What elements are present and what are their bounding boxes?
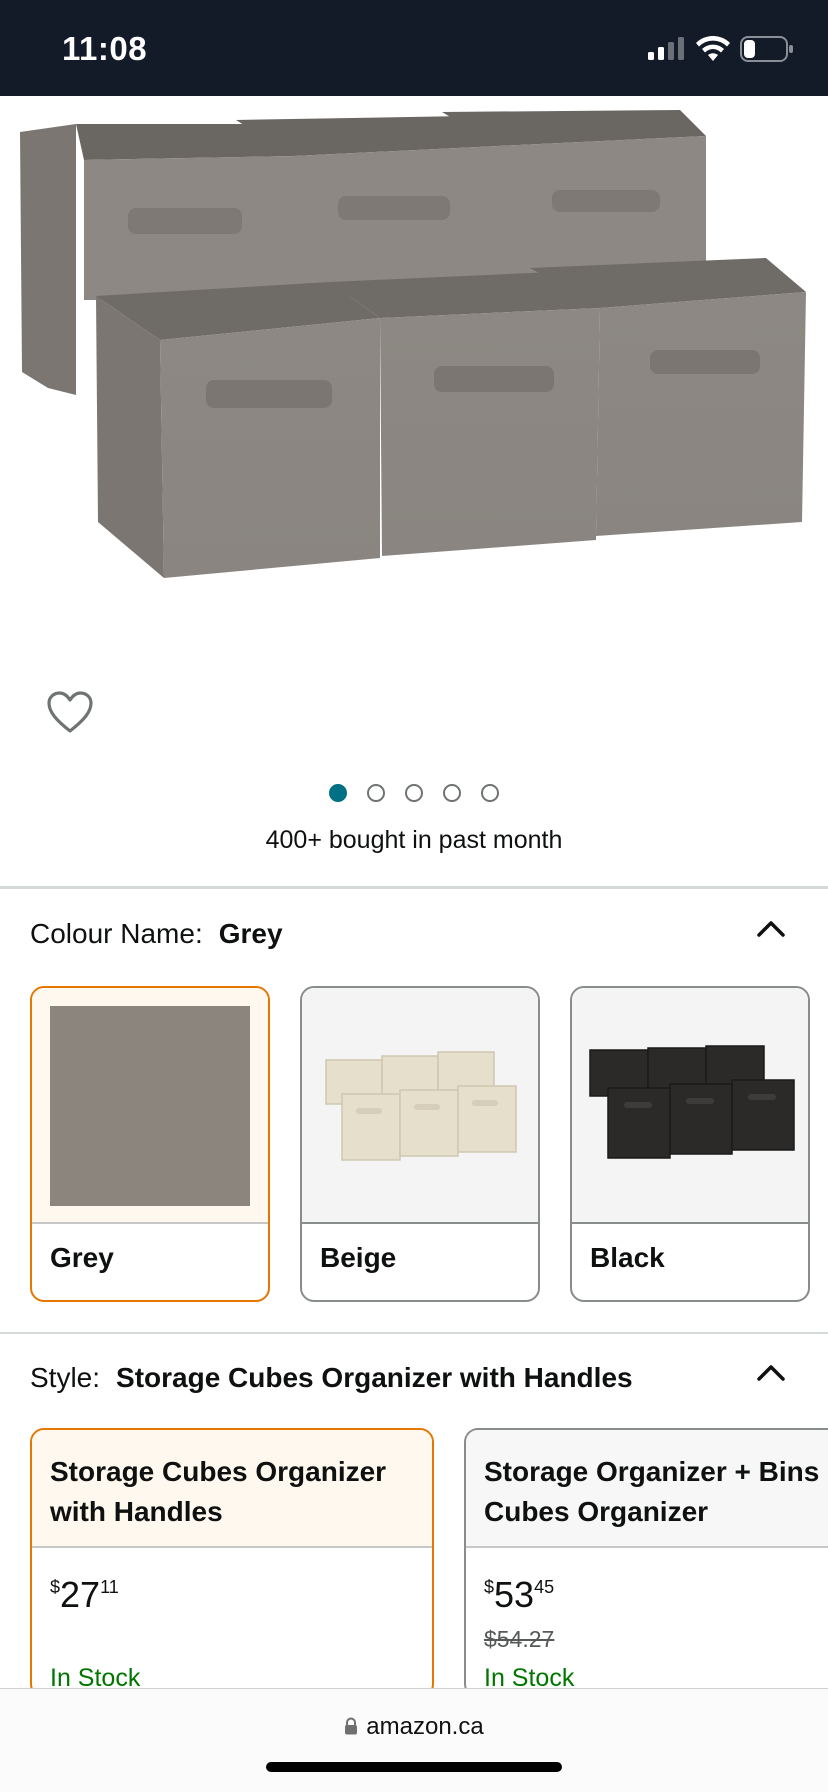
colour-grey-image [32,988,268,1224]
section-divider [0,886,828,889]
colour-option-beige[interactable]: Beige [300,986,540,1302]
battery-icon [740,36,793,62]
style-option-header: Storage Organizer + Bins Cubes Organizer [466,1430,828,1548]
url-text: amazon.ca [366,1713,484,1740]
colour-beige-image [302,988,538,1224]
image-carousel-dots [0,784,828,802]
style-option-storage-cubes-organizer[interactable]: Storage Cubes Organizer with Handles $27… [30,1428,434,1698]
style-option-title: Storage Organizer + Bins Cubes Organizer [484,1456,820,1527]
carousel-dot-2[interactable] [367,784,385,802]
colour-option-label: Grey [50,1242,114,1273]
style-label: Style: [30,1362,101,1393]
colour-name-selected: Grey [218,918,283,949]
colour-option-black[interactable]: Black [570,986,810,1302]
chevron-up-icon[interactable] [756,1362,786,1382]
carousel-dot-5[interactable] [481,784,499,802]
section-divider [0,1332,828,1334]
colour-option-grey[interactable]: Grey [30,986,270,1302]
url-display: amazon.ca [0,1713,828,1741]
style-option-price: $5345 [484,1574,555,1615]
home-indicator[interactable] [266,1762,562,1772]
style-option-header: Storage Cubes Organizer with Handles [32,1430,432,1548]
bought-in-past-month: 400+ bought in past month [265,826,563,854]
wifi-icon [696,36,730,61]
colour-name-header: Colour Name: Grey [30,918,283,950]
style-option-was-price: $54.27 [484,1626,555,1652]
cellular-signal-icon [648,37,684,60]
carousel-dot-3[interactable] [405,784,423,802]
colour-black-image [572,988,808,1224]
status-icons [648,36,794,62]
chevron-up-icon[interactable] [756,918,786,938]
colour-name-label: Colour Name: [30,918,203,949]
product-image[interactable] [0,96,828,656]
status-time: 11:08 [62,30,148,67]
style-option-price: $2711 [50,1574,119,1615]
carousel-dot-4[interactable] [443,784,461,802]
style-selected: Storage Cubes Organizer with Handles [116,1362,633,1393]
lock-icon [345,1717,358,1735]
status-bar: 11:08 [0,0,828,96]
style-header: Style: Storage Cubes Organizer with Handl… [30,1362,633,1394]
wishlist-heart-icon[interactable] [46,690,94,734]
style-option-title: Storage Cubes Organizer with Handles [50,1456,387,1527]
carousel-dot-1[interactable] [329,784,347,802]
style-option-storage-organizer-bins[interactable]: Storage Organizer + Bins Cubes Organizer… [464,1428,828,1698]
colour-option-label: Black [590,1242,665,1273]
browser-url-bar[interactable]: amazon.ca [0,1688,828,1792]
colour-option-label: Beige [320,1242,397,1273]
